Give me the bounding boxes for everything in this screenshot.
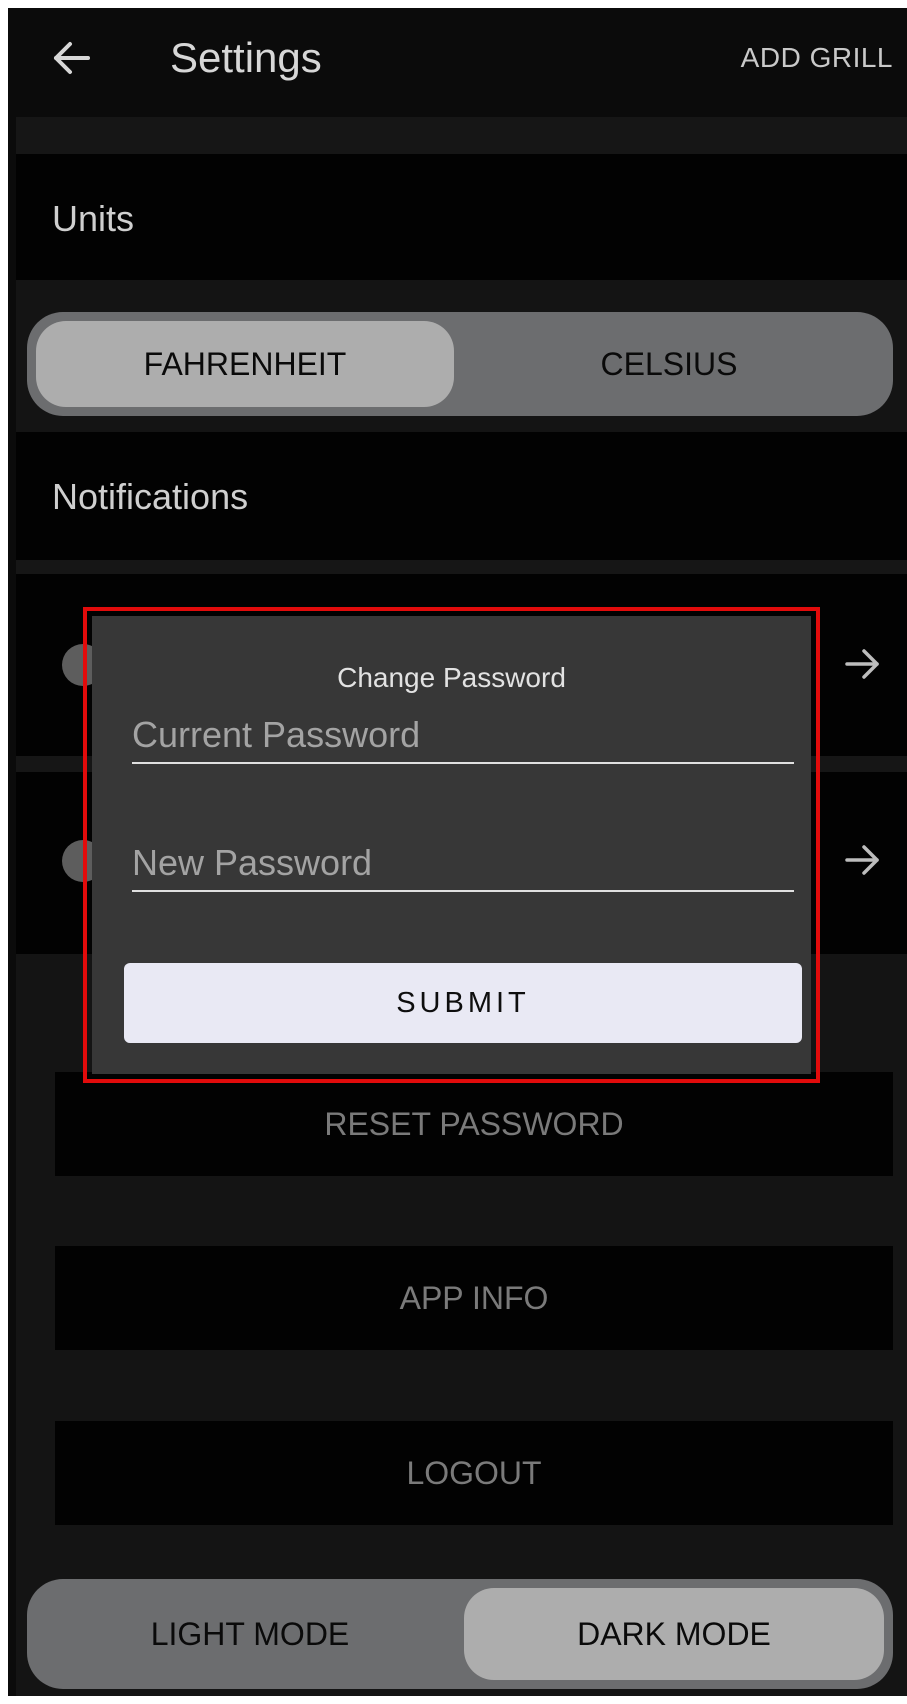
dark-mode-option[interactable]: DARK MODE — [464, 1588, 884, 1680]
celsius-option[interactable]: CELSIUS — [454, 321, 884, 407]
change-password-dialog: Change Password SUBMIT — [92, 616, 811, 1074]
add-grill-button[interactable]: ADD GRILL — [741, 42, 893, 74]
logout-button[interactable]: LOGOUT — [55, 1421, 893, 1525]
units-label: Units — [52, 198, 135, 239]
settings-screen: Settings ADD GRILL Units FAHRENHEIT CELS… — [8, 8, 907, 1696]
dialog-title: Change Password — [337, 662, 566, 693]
arrow-right-icon — [845, 649, 879, 679]
current-password-field[interactable] — [132, 706, 794, 764]
app-info-button[interactable]: APP INFO — [55, 1246, 893, 1350]
current-password-input[interactable] — [132, 714, 794, 756]
arrow-left-icon — [54, 42, 90, 74]
submit-button[interactable]: SUBMIT — [124, 963, 802, 1043]
back-button[interactable] — [50, 36, 94, 80]
units-section-header: Units — [16, 154, 907, 280]
arrow-right-icon — [845, 845, 879, 875]
notifications-section-header: Notifications — [16, 432, 907, 560]
notifications-divider — [16, 560, 907, 574]
units-segmented-control: FAHRENHEIT CELSIUS — [27, 312, 893, 416]
reset-password-button[interactable]: RESET PASSWORD — [55, 1072, 893, 1176]
new-password-field[interactable] — [132, 834, 794, 892]
new-password-input[interactable] — [132, 842, 794, 884]
theme-segmented-control: LIGHT MODE DARK MODE — [27, 1579, 893, 1689]
light-mode-option[interactable]: LIGHT MODE — [36, 1588, 464, 1680]
units-band: FAHRENHEIT CELSIUS — [16, 280, 907, 432]
notifications-label: Notifications — [52, 476, 249, 517]
fahrenheit-option[interactable]: FAHRENHEIT — [36, 321, 454, 407]
header-divider — [16, 117, 907, 154]
app-header: Settings ADD GRILL — [8, 8, 907, 117]
page-title: Settings — [170, 34, 322, 81]
